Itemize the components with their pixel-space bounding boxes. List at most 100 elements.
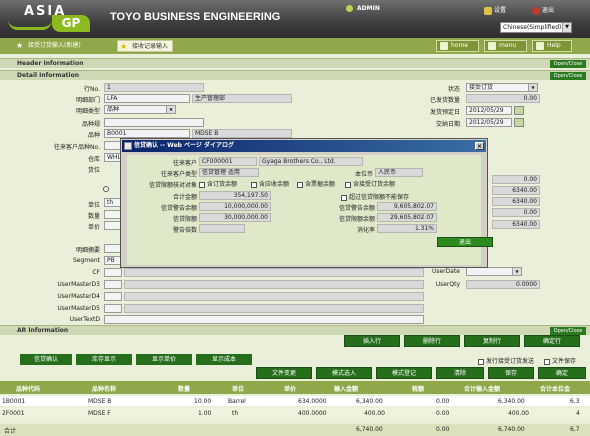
dlg-remaining-label: 信贷限额余额 xyxy=(338,216,375,223)
total-sum: 6,740.00 xyxy=(498,426,525,433)
checkbox[interactable] xyxy=(199,181,205,188)
cell-tax: 0.00 xyxy=(436,410,450,417)
mode-in-button[interactable]: 模式选入 xyxy=(316,367,372,379)
checkbox[interactable] xyxy=(251,181,257,188)
checkbox[interactable] xyxy=(297,181,303,188)
dlg-opt-1[interactable]: 含订货余额 xyxy=(199,179,237,188)
language-value: Chinese(Simplified) xyxy=(503,24,562,31)
language-select[interactable]: Chinese(Simplified) ▼ xyxy=(500,22,572,33)
clear-button[interactable]: 清除 xyxy=(436,367,484,379)
save-button[interactable]: 保存 xyxy=(488,367,534,379)
col-qty[interactable]: 数量 xyxy=(178,384,190,393)
user-master-4-input[interactable] xyxy=(104,292,122,301)
checkbox[interactable] xyxy=(341,194,347,201)
col-unit[interactable]: 单位 xyxy=(232,384,244,393)
user-master-5-name xyxy=(124,304,424,313)
home-button[interactable]: home xyxy=(436,40,479,52)
delete-row-button[interactable]: 删除行 xyxy=(404,335,460,347)
col-item-name[interactable]: 品种名称 xyxy=(92,384,116,393)
total-tax: 0.00 xyxy=(436,426,450,433)
tab-credit-confirm[interactable]: 信贷确认 xyxy=(20,354,72,365)
table-row[interactable]: 2F0001 MDSE F 1.00 th 400.0000 400.00 0.… xyxy=(0,408,590,418)
cf-input[interactable] xyxy=(104,268,122,277)
status-select[interactable]: 接受订货 xyxy=(466,83,538,92)
doc-change-button[interactable]: 文件变更 xyxy=(256,367,312,379)
col-price[interactable]: 单价 xyxy=(284,384,296,393)
cell-amount: 6,340.00 xyxy=(356,398,383,405)
dlg-opt-4[interactable]: 含接受订货余额 xyxy=(345,179,395,188)
detail-info-title: Detail Information xyxy=(17,72,79,79)
col-amount[interactable]: 输入金额 xyxy=(334,384,358,393)
dlg-opt-3[interactable]: 含票据余额 xyxy=(297,179,335,188)
dlg-exceed-option[interactable]: 超过信贷限额不能保存 xyxy=(341,192,409,201)
cell-item-code: 1B0001 xyxy=(2,398,26,405)
dlg-credit-type-label: 往来客户类型 xyxy=(160,171,197,178)
checkbox[interactable] xyxy=(345,181,351,188)
dept-code-input[interactable]: LFA xyxy=(104,94,190,103)
detail-info-bar[interactable]: Detail Information Open/Close xyxy=(0,70,590,80)
user-date-input[interactable] xyxy=(466,267,514,276)
user-master-3-input[interactable] xyxy=(104,280,122,289)
right-value: 6340.00 xyxy=(492,186,540,195)
mode-reg-button[interactable]: 模式登记 xyxy=(376,367,432,379)
dialog-close-button[interactable]: 退出 xyxy=(437,237,493,247)
col-tax[interactable]: 税额 xyxy=(412,384,424,393)
item-spec-input[interactable] xyxy=(104,118,204,127)
breadcrumb-secondary[interactable]: ★ 接收记录输入 xyxy=(117,40,174,52)
ar-info-title: AR Information xyxy=(17,327,69,334)
ship-qty-field: 0.00 xyxy=(466,94,540,103)
settings-link[interactable]: 设置 xyxy=(484,5,506,15)
confirm-row-button[interactable]: 确定行 xyxy=(524,335,580,347)
help-button[interactable]: Help xyxy=(532,40,572,52)
ar-open-close-button[interactable]: Open/Close xyxy=(550,327,586,335)
checkbox[interactable] xyxy=(478,358,484,365)
cf-name-field xyxy=(124,268,424,277)
ship-check-option[interactable]: 发行接受订货发送 xyxy=(478,356,534,365)
calendar-icon[interactable] xyxy=(514,118,524,127)
segment-label: Segment xyxy=(73,257,100,264)
breadcrumb-current[interactable]: ★ 接受订货输入(新建) xyxy=(14,40,85,52)
header-info-bar[interactable]: Header Information Open/Close xyxy=(0,58,590,68)
user-text-input[interactable] xyxy=(104,315,424,324)
checkbox[interactable] xyxy=(544,358,550,365)
radio-option[interactable] xyxy=(103,186,109,192)
item-code-input[interactable]: B0001 xyxy=(104,129,190,138)
ship-date-input[interactable]: 2012/05/29 xyxy=(466,106,512,115)
col-total[interactable]: 合计输入金额 xyxy=(464,384,500,393)
col-item-code[interactable]: 品种代码 xyxy=(16,384,40,393)
credit-confirm-dialog: 信贷确认 -- Web ページ ダイアログ × 往来客户 CF000001 Gy… xyxy=(120,138,493,268)
tab-cost-show[interactable]: 显示成本 xyxy=(196,354,252,365)
tab-price-show[interactable]: 显示单价 xyxy=(136,354,192,365)
close-icon[interactable]: × xyxy=(475,142,484,150)
dlg-opt-2[interactable]: 含应收余额 xyxy=(251,179,289,188)
col-base-total[interactable]: 合计本位金 xyxy=(540,384,570,393)
dlg-limit-label: 信贷警告余额 xyxy=(160,205,197,212)
calendar-icon[interactable] xyxy=(514,106,524,115)
user-master-5-input[interactable] xyxy=(104,304,122,313)
dialog-title-bar[interactable]: 信贷确认 -- Web ページ ダイアログ × xyxy=(122,140,486,152)
ar-info-bar[interactable]: AR Information Open/Close xyxy=(0,325,590,335)
delivery-date-input[interactable]: 2012/05/29 xyxy=(466,118,512,127)
total-amount: 6,740.00 xyxy=(356,426,383,433)
top-header: ASIA GP TOYO BUSINESS ENGINEERING ADMIN … xyxy=(0,0,590,38)
status-label: 状态 xyxy=(447,86,460,93)
header-open-close-button[interactable]: Open/Close xyxy=(550,60,586,68)
menu-button[interactable]: menu xyxy=(484,40,527,52)
confirm-button[interactable]: 确定 xyxy=(538,367,586,379)
cell-qty: 10.00 xyxy=(194,398,212,405)
header-info-title: Header Information xyxy=(17,60,84,67)
cell-total: 400.00 xyxy=(508,410,529,417)
copy-row-button[interactable]: 复制行 xyxy=(464,335,520,347)
user-date-dropdown[interactable] xyxy=(512,267,522,276)
dlg-warn-label: 警告倍数 xyxy=(172,227,197,234)
insert-row-button[interactable]: 插入行 xyxy=(344,335,400,347)
dlg-max-label: 信贷限额 xyxy=(172,216,197,223)
dept-name-field: 生产管理部 xyxy=(192,94,292,103)
tab-stock-show[interactable]: 库存显示 xyxy=(76,354,132,365)
table-row[interactable]: 1B0001 MDSE B 10.00 Barrel 634.0000 6,34… xyxy=(0,396,590,406)
type-select[interactable]: 品种 xyxy=(104,105,176,114)
logout-link[interactable]: 退出 xyxy=(532,5,554,15)
detail-open-close-button[interactable]: Open/Close xyxy=(550,72,586,80)
save-doc-option[interactable]: 文件保存 xyxy=(544,356,576,365)
cell-qty: 1.00 xyxy=(198,410,212,417)
